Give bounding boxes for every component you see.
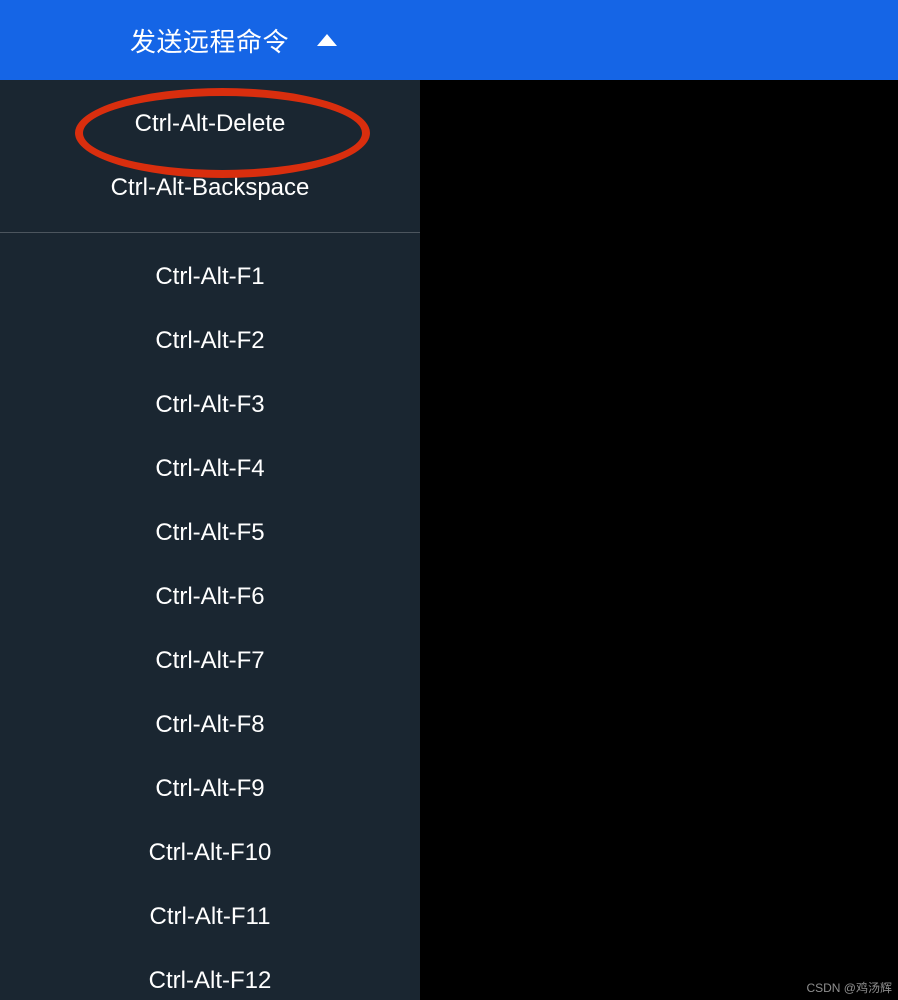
menu-item-label: Ctrl-Alt-F12 xyxy=(149,967,272,995)
menu-item-ctrl-alt-f4[interactable]: Ctrl-Alt-F4 xyxy=(0,437,420,501)
send-remote-command-header[interactable]: 发送远程命令 xyxy=(0,0,898,80)
menu-item-label: Ctrl-Alt-F9 xyxy=(155,775,264,803)
menu-item-label: Ctrl-Alt-F2 xyxy=(155,327,264,355)
menu-item-label: Ctrl-Alt-F3 xyxy=(155,391,264,419)
menu-item-label: Ctrl-Alt-F5 xyxy=(155,519,264,547)
menu-item-ctrl-alt-f3[interactable]: Ctrl-Alt-F3 xyxy=(0,373,420,437)
menu-item-label: Ctrl-Alt-F7 xyxy=(155,647,264,675)
menu-section-fkeys: Ctrl-Alt-F1 Ctrl-Alt-F2 Ctrl-Alt-F3 Ctrl… xyxy=(0,233,420,1000)
menu-item-label: Ctrl-Alt-F1 xyxy=(155,263,264,291)
menu-item-label: Ctrl-Alt-Delete xyxy=(135,110,286,138)
menu-item-label: Ctrl-Alt-Backspace xyxy=(111,174,310,202)
remote-command-menu: Ctrl-Alt-Delete Ctrl-Alt-Backspace Ctrl-… xyxy=(0,80,420,1000)
watermark-text: CSDN @鸡汤辉 xyxy=(806,979,892,996)
menu-item-label: Ctrl-Alt-F4 xyxy=(155,455,264,483)
menu-section-primary: Ctrl-Alt-Delete Ctrl-Alt-Backspace xyxy=(0,80,420,232)
menu-item-label: Ctrl-Alt-F6 xyxy=(155,583,264,611)
menu-item-label: Ctrl-Alt-F10 xyxy=(149,839,272,867)
header-label: 发送远程命令 xyxy=(130,22,289,59)
menu-item-ctrl-alt-f7[interactable]: Ctrl-Alt-F7 xyxy=(0,629,420,693)
menu-item-ctrl-alt-f1[interactable]: Ctrl-Alt-F1 xyxy=(0,245,420,309)
menu-item-ctrl-alt-f10[interactable]: Ctrl-Alt-F10 xyxy=(0,821,420,885)
menu-item-ctrl-alt-delete[interactable]: Ctrl-Alt-Delete xyxy=(0,92,420,156)
menu-item-ctrl-alt-f2[interactable]: Ctrl-Alt-F2 xyxy=(0,309,420,373)
menu-item-ctrl-alt-backspace[interactable]: Ctrl-Alt-Backspace xyxy=(0,156,420,220)
menu-item-ctrl-alt-f9[interactable]: Ctrl-Alt-F9 xyxy=(0,757,420,821)
menu-item-label: Ctrl-Alt-F8 xyxy=(155,711,264,739)
menu-item-ctrl-alt-f6[interactable]: Ctrl-Alt-F6 xyxy=(0,565,420,629)
menu-item-label: Ctrl-Alt-F11 xyxy=(150,903,271,931)
menu-item-ctrl-alt-f8[interactable]: Ctrl-Alt-F8 xyxy=(0,693,420,757)
collapse-triangle-up-icon xyxy=(317,34,337,46)
menu-item-ctrl-alt-f5[interactable]: Ctrl-Alt-F5 xyxy=(0,501,420,565)
menu-item-ctrl-alt-f12[interactable]: Ctrl-Alt-F12 xyxy=(0,949,420,1000)
menu-item-ctrl-alt-f11[interactable]: Ctrl-Alt-F11 xyxy=(0,885,420,949)
